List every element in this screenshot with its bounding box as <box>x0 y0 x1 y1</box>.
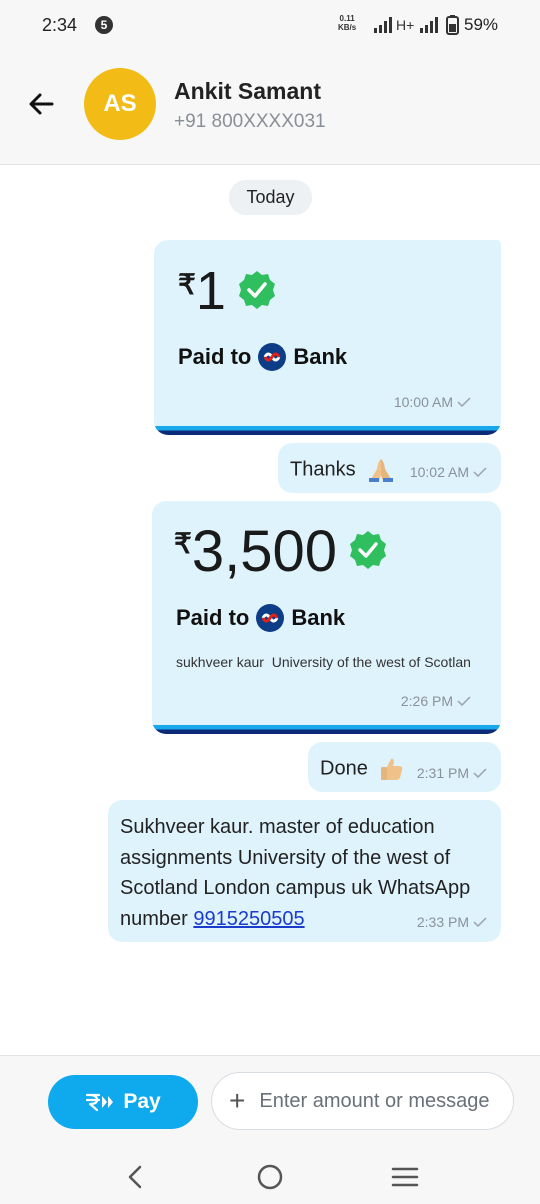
sent-check-icon <box>473 917 487 927</box>
timestamp: 2:31 PM <box>416 765 469 781</box>
message-bubble[interactable]: Thanks 10:02 AM <box>278 443 501 493</box>
message-text-content: Done <box>320 757 368 780</box>
message-time: 2:33 PM <box>417 914 487 930</box>
phone-link[interactable]: 9915250505 <box>193 908 304 930</box>
plus-icon[interactable]: + <box>229 1087 245 1115</box>
paid-to-label: Paid to <box>178 344 252 369</box>
notification-count-badge: 5 <box>95 16 113 34</box>
message-text: Thanks <box>290 457 395 483</box>
timestamp: 2:26 PM <box>400 693 453 709</box>
nav-back-icon[interactable] <box>119 1161 151 1193</box>
currency-symbol: ₹ <box>174 528 192 559</box>
sent-check-icon <box>473 768 487 778</box>
timestamp: 10:00 AM <box>393 394 453 410</box>
message-text: Done <box>320 756 405 782</box>
network-speed: 0.11 KB/s <box>338 14 356 32</box>
message-time: 10:00 AM <box>394 394 471 410</box>
card-stripe <box>152 725 501 734</box>
bank-logo-icon <box>256 604 285 632</box>
rupee-pay-icon <box>86 1093 114 1112</box>
message-bubble[interactable]: Done 2:31 PM <box>308 742 501 792</box>
verified-badge-icon <box>349 531 386 569</box>
battery-percentage: 59% <box>464 15 499 34</box>
bank-logo-icon <box>258 343 287 371</box>
nav-menu-icon[interactable] <box>389 1161 421 1193</box>
verified-badge-icon <box>238 271 275 309</box>
battery-icon <box>446 15 459 35</box>
payment-card[interactable]: ₹ 1 Paid to Bank 10:00 AM <box>154 240 501 435</box>
message-input[interactable]: + Enter amount or message <box>211 1072 514 1130</box>
message-text-content: Thanks <box>290 458 356 481</box>
pay-button[interactable]: Pay <box>48 1075 198 1129</box>
card-stripe <box>154 426 501 435</box>
message-bubble[interactable]: Sukhveer kaur. master of education assig… <box>108 800 501 942</box>
nav-home-icon[interactable] <box>254 1161 286 1193</box>
signal-icons: H+ <box>374 15 459 35</box>
status-bar: 2:34 5 0.11 KB/s H+ 59% <box>0 0 540 50</box>
timestamp: 10:02 AM <box>409 464 469 480</box>
avatar[interactable]: AS <box>84 68 156 140</box>
contact-phone: +91 800XXXX031 <box>174 111 326 132</box>
network-speed-value: 0.11 <box>339 14 355 23</box>
network-speed-unit: KB/s <box>338 23 357 32</box>
folded-hands-emoji-icon <box>369 459 394 482</box>
paid-to-label: Paid to <box>176 605 250 630</box>
message-time: 2:31 PM <box>417 765 487 781</box>
bank-label: Bank <box>293 344 348 369</box>
status-time: 2:34 <box>42 15 78 35</box>
message-time: 10:02 AM <box>410 464 487 480</box>
message-input-placeholder: Enter amount or message <box>259 1089 490 1112</box>
sent-check-icon <box>473 467 487 477</box>
currency-symbol: ₹ <box>178 269 196 300</box>
payment-note: sukhveer kaur University of the west of … <box>176 654 471 670</box>
date-divider: Today <box>229 180 312 215</box>
sent-check-icon <box>457 397 471 407</box>
timestamp: 2:33 PM <box>416 914 469 930</box>
payment-amount: 3,500 <box>191 519 337 584</box>
pay-button-label: Pay <box>123 1090 161 1113</box>
signal-2-icon <box>420 17 438 33</box>
message-time: 2:26 PM <box>401 693 471 709</box>
sent-check-icon <box>457 696 471 706</box>
back-arrow-icon[interactable] <box>26 88 58 120</box>
contact-name[interactable]: Ankit Samant <box>174 78 321 105</box>
chat-header: AS Ankit Samant +91 800XXXX031 <box>0 50 540 165</box>
signal-icon <box>374 17 392 33</box>
system-nav-bar <box>0 1149 540 1204</box>
network-type-label: H+ <box>396 17 414 33</box>
bank-label: Bank <box>291 605 346 630</box>
thumbs-up-emoji-icon <box>381 758 403 780</box>
composer-bar: Pay + Enter amount or message <box>0 1055 540 1150</box>
payment-amount: 1 <box>195 261 226 321</box>
payment-card[interactable]: ₹ 3,500 Paid to Bank sukhveer kaur Unive… <box>152 501 501 734</box>
